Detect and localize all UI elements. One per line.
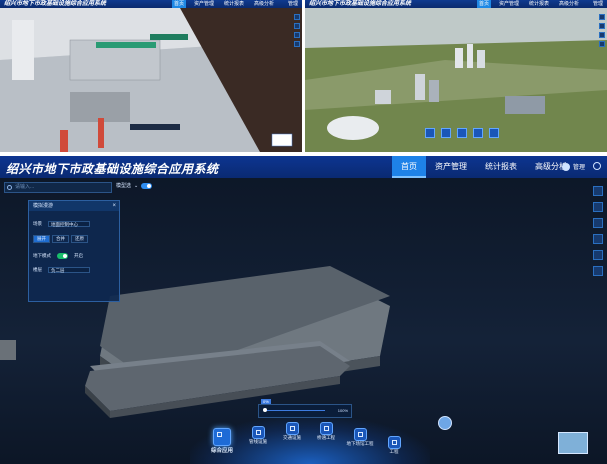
dock-item-transit[interactable]: 交通设施 [274, 422, 310, 441]
underground-value: 开启 [74, 253, 83, 258]
filter-label: 模型选 [116, 183, 132, 189]
minimap[interactable] [558, 432, 588, 454]
preview-side-tools [294, 14, 300, 47]
preview-header: 绍兴市地下市政基础设施综合应用系统 首页 资产管理 统计报表 高级分析 管理 [305, 0, 607, 8]
dock-item-pipes[interactable]: 管线设施 [240, 426, 276, 445]
dock-icon[interactable] [425, 128, 435, 138]
tool-icon[interactable] [599, 23, 605, 29]
slider-low-label: 0% [261, 399, 271, 404]
slider-track[interactable] [265, 410, 325, 411]
measure-icon[interactable] [593, 234, 603, 244]
preview-dock [425, 128, 515, 144]
floor-label: 楼层 [33, 267, 42, 272]
preview-metro-station: 绍兴市地下市政基础设施综合应用系统 首页 资产管理 统计报表 高级分析 管理 [0, 0, 302, 152]
dock-item-label: 管线设施 [249, 439, 267, 444]
dock-item-underground-halls[interactable]: 地下场馆工程 [342, 428, 378, 447]
right-toolbar [593, 186, 603, 276]
area-select[interactable]: 地面控制中心 [48, 221, 90, 227]
preview-city-aerial: 绍兴市地下市政基础设施综合应用系统 首页 资产管理 统计报表 高级分析 管理 [305, 0, 607, 152]
close-icon[interactable]: × [112, 203, 116, 209]
tool-icon[interactable] [294, 23, 300, 29]
tool-icon[interactable] [294, 14, 300, 20]
preview-tab-home[interactable]: 首页 [476, 0, 491, 8]
dock-item-label: 地下场馆工程 [346, 441, 374, 446]
compass-icon[interactable] [438, 416, 452, 430]
dock-item-sites[interactable]: 工程 [376, 436, 412, 455]
search-placeholder: 请输入... [15, 184, 35, 190]
preview-tab-assets[interactable]: 资产管理 [497, 0, 521, 8]
underground-row: 地下模式 开启 [33, 253, 83, 259]
dock-item-label: 工程 [389, 449, 399, 454]
cube-icon[interactable] [593, 202, 603, 212]
mode-merge-button[interactable]: 合并 [52, 235, 69, 243]
site-icon [387, 436, 401, 449]
dock-icon[interactable] [473, 128, 483, 138]
preview-tab-reports[interactable]: 统计报表 [222, 0, 246, 8]
preview-tab-home[interactable]: 首页 [171, 0, 186, 8]
mode-reset-button[interactable]: 还原 [71, 235, 88, 243]
dock-item-label: 综合应用 [210, 448, 233, 454]
mode-row: 展开 合并 还原 [33, 235, 88, 243]
filter-toggle[interactable] [141, 182, 153, 189]
mode-expand-button[interactable]: 展开 [33, 235, 50, 243]
pointer-icon[interactable] [593, 218, 603, 228]
layers-icon[interactable] [593, 186, 603, 196]
metro-scene [0, 8, 302, 152]
underground-label: 地下模式 [33, 253, 51, 258]
roam-dialog: 模拟漫游 × 场景 地面控制中心 展开 合并 还原 地下模式 开启 楼层 负二层 [28, 200, 120, 302]
area-row: 场景 地面控制中心 [33, 221, 90, 227]
search-icon [7, 185, 12, 190]
model-filter[interactable]: 模型选 ⌄ [116, 182, 153, 189]
slider-high-label: 100% [337, 408, 348, 413]
export-icon[interactable] [593, 266, 603, 276]
area-label: 场景 [33, 221, 42, 226]
preview-nav: 首页 资产管理 统计报表 高级分析 [476, 0, 581, 8]
preview-user[interactable]: 管理 [288, 0, 298, 8]
floor-row: 楼层 负二层 [33, 267, 90, 273]
image-icon[interactable] [593, 250, 603, 260]
dock-icon[interactable] [457, 128, 467, 138]
dock-icon[interactable] [489, 128, 499, 138]
tool-icon[interactable] [294, 32, 300, 38]
grid-icon [213, 428, 231, 446]
dock-icon[interactable] [441, 128, 451, 138]
preview-tab-analysis[interactable]: 高级分析 [252, 0, 276, 8]
preview-side-tools [599, 14, 605, 47]
pipe-icon [251, 426, 265, 439]
chevron-down-icon: ⌄ [134, 182, 139, 189]
tool-icon[interactable] [599, 32, 605, 38]
preview-tab-assets[interactable]: 资产管理 [192, 0, 216, 8]
tool-icon[interactable] [599, 41, 605, 47]
mode-buttons: 展开 合并 还原 [33, 235, 88, 243]
preview-user[interactable]: 管理 [593, 0, 603, 8]
dialog-title: 模拟漫游 [29, 201, 119, 211]
bottom-dock: 综合应用 管线设施 交通设施 桥涵工程 地下场馆工程 工程 [190, 418, 430, 464]
dock-item-label: 桥涵工程 [317, 435, 335, 440]
preview-header: 绍兴市地下市政基础设施综合应用系统 首页 资产管理 统计报表 高级分析 管理 [0, 0, 302, 8]
search-input[interactable]: 请输入... [4, 182, 112, 193]
underground-toggle[interactable] [57, 253, 68, 259]
floor-select[interactable]: 负二层 [48, 267, 90, 273]
hall-icon [353, 428, 367, 441]
dock-item-label: 交通设施 [283, 435, 301, 440]
preview-tab-analysis[interactable]: 高级分析 [557, 0, 581, 8]
bridge-icon [319, 422, 333, 435]
dock-item-bridges[interactable]: 桥涵工程 [308, 422, 344, 441]
dock-item-overview[interactable]: 综合应用 [204, 428, 240, 454]
preview-title: 绍兴市地下市政基础设施综合应用系统 [309, 1, 412, 7]
preview-tab-reports[interactable]: 统计报表 [527, 0, 551, 8]
tool-icon[interactable] [599, 14, 605, 20]
tool-icon[interactable] [294, 41, 300, 47]
slider-handle[interactable] [263, 408, 267, 412]
opacity-slider[interactable]: 0% 100% [258, 399, 352, 418]
preview-nav: 首页 资产管理 统计报表 高级分析 [171, 0, 276, 8]
metro-icon [285, 422, 299, 435]
preview-title: 绍兴市地下市政基础设施综合应用系统 [4, 1, 107, 7]
